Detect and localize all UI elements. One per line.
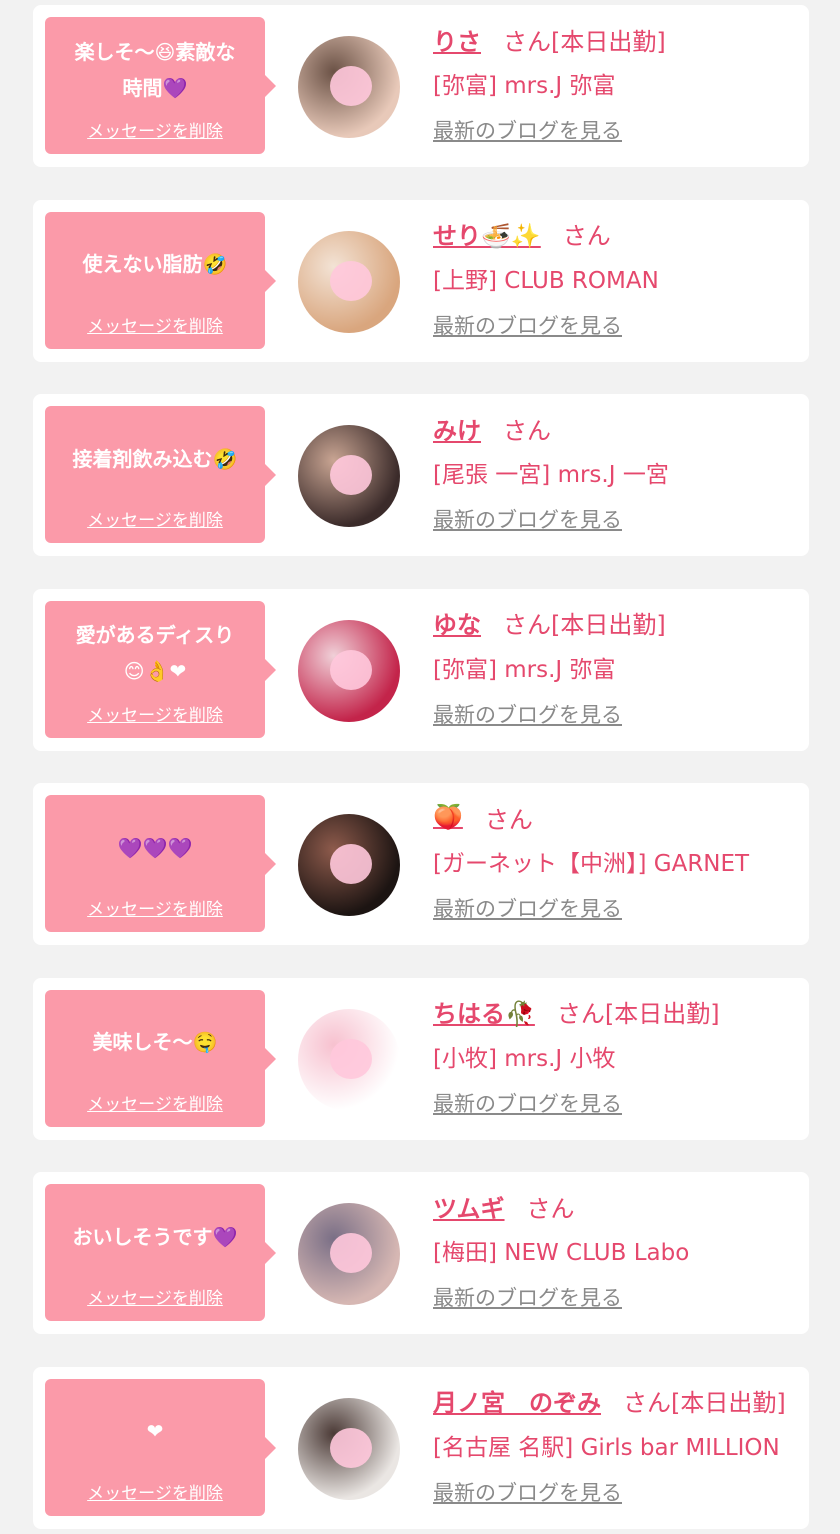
avatar-privacy-sticker bbox=[330, 1427, 372, 1468]
cast-name-link[interactable]: ちはる🥀 bbox=[433, 994, 535, 1029]
cast-name-link[interactable]: 🍑 bbox=[433, 803, 463, 831]
avatar[interactable] bbox=[298, 230, 400, 333]
latest-blog-link[interactable]: 最新のブログを見る bbox=[433, 310, 622, 340]
avatar-privacy-sticker bbox=[330, 66, 372, 106]
message-card: 接着剤飲み込む🤣 メッセージを削除 みけ さん [尾張 一宮] mrs.J 一宮… bbox=[33, 394, 809, 556]
cast-info: みけ さん [尾張 一宮] mrs.J 一宮 最新のブログを見る bbox=[433, 408, 801, 534]
shop-name: [小牧] mrs.J 小牧 bbox=[433, 1045, 616, 1072]
cast-status: さん[本日出勤] bbox=[623, 1389, 786, 1417]
cast-status: さん bbox=[503, 416, 551, 445]
message-bubble: 美味しそ〜🤤 メッセージを削除 bbox=[45, 989, 276, 1127]
avatar-privacy-sticker bbox=[330, 455, 372, 495]
message-text: 💜💜💜 bbox=[117, 835, 193, 860]
latest-blog-link[interactable]: 最新のブログを見る bbox=[433, 699, 622, 729]
message-card: おいしそうです💜 メッセージを削除 ツムギ さん [梅田] NEW CLUB L… bbox=[33, 1172, 809, 1334]
cast-name-link[interactable]: ゆな bbox=[433, 605, 481, 640]
cast-status: さん[本日出勤] bbox=[503, 27, 666, 56]
cast-info: 月ノ宮 のぞみ さん[本日出勤] [名古屋 名駅] Girls bar MILL… bbox=[433, 1381, 801, 1507]
avatar-privacy-sticker bbox=[330, 260, 372, 301]
cast-status: さん bbox=[562, 222, 611, 250]
avatar[interactable] bbox=[298, 1203, 400, 1305]
cast-status: さん bbox=[484, 805, 533, 834]
cast-info: ツムギ さん [梅田] NEW CLUB Labo 最新のブログを見る bbox=[433, 1186, 801, 1312]
shop-name: [ガーネット【中洲】] GARNET bbox=[433, 851, 750, 877]
delete-message-link[interactable]: メッセージを削除 bbox=[45, 1090, 265, 1115]
delete-message-link[interactable]: メッセージを削除 bbox=[45, 895, 265, 920]
latest-blog-link[interactable]: 最新のブログを見る bbox=[433, 504, 622, 534]
avatar-privacy-sticker bbox=[330, 649, 372, 690]
cast-info: 🍑 さん [ガーネット【中洲】] GARNET 最新のブログを見る bbox=[433, 797, 801, 923]
message-bubble: 使えない脂肪🤣 メッセージを削除 bbox=[45, 211, 276, 349]
cast-info: りさ さん[本日出勤] [弥富] mrs.J 弥富 最新のブログを見る bbox=[433, 19, 801, 145]
avatar-privacy-sticker bbox=[330, 1038, 372, 1079]
message-text: 愛があるディスり 😊👌❤ bbox=[75, 623, 235, 683]
latest-blog-link[interactable]: 最新のブログを見る bbox=[433, 115, 622, 145]
cast-name-link[interactable]: せり🍜✨ bbox=[433, 216, 541, 251]
message-card: 愛があるディスり 😊👌❤ メッセージを削除 ゆな さん[本日出勤] [弥富] m… bbox=[33, 588, 809, 751]
cast-name-link[interactable]: 月ノ宮 のぞみ bbox=[433, 1383, 601, 1418]
avatar[interactable] bbox=[298, 619, 400, 722]
message-text: 楽しそ〜😆素敵な 時間💜 bbox=[74, 39, 236, 100]
message-bubble: おいしそうです💜 メッセージを削除 bbox=[45, 1184, 276, 1321]
shop-name: [上野] CLUB ROMAN bbox=[433, 267, 659, 294]
message-card: 楽しそ〜😆素敵な 時間💜 メッセージを削除 りさ さん[本日出勤] [弥富] m… bbox=[33, 5, 809, 167]
delete-message-link[interactable]: メッセージを削除 bbox=[45, 117, 265, 142]
cast-status: さん[本日出勤] bbox=[503, 611, 666, 639]
shop-name: [尾張 一宮] mrs.J 一宮 bbox=[433, 462, 669, 488]
shop-name: [名古屋 名駅] Girls bar MILLION bbox=[433, 1434, 780, 1461]
latest-blog-link[interactable]: 最新のブログを見る bbox=[433, 1477, 622, 1507]
shop-name: [弥富] mrs.J 弥富 bbox=[433, 73, 616, 99]
message-text: 接着剤飲み込む🤣 bbox=[72, 446, 238, 471]
avatar-privacy-sticker bbox=[330, 844, 372, 884]
message-text: ❤ bbox=[146, 1419, 164, 1443]
cast-info: ゆな さん[本日出勤] [弥富] mrs.J 弥富 最新のブログを見る bbox=[433, 603, 801, 729]
avatar[interactable] bbox=[298, 425, 400, 527]
message-text: 美味しそ〜🤤 bbox=[92, 1030, 218, 1054]
cast-status: さん[本日出勤] bbox=[556, 1000, 720, 1028]
avatar[interactable] bbox=[298, 1008, 400, 1111]
cast-info: せり🍜✨ さん [上野] CLUB ROMAN 最新のブログを見る bbox=[433, 214, 801, 340]
delete-message-link[interactable]: メッセージを削除 bbox=[45, 506, 265, 531]
avatar[interactable] bbox=[298, 36, 400, 138]
message-text: おいしそうです💜 bbox=[72, 1224, 238, 1249]
message-bubble: 接着剤飲み込む🤣 メッセージを削除 bbox=[45, 406, 276, 543]
message-card: 使えない脂肪🤣 メッセージを削除 せり🍜✨ さん [上野] CLUB ROMAN… bbox=[33, 199, 809, 362]
message-bubble: ❤ メッセージを削除 bbox=[45, 1378, 276, 1516]
avatar-privacy-sticker bbox=[330, 1233, 372, 1273]
avatar[interactable] bbox=[298, 814, 400, 916]
message-text: 使えない脂肪🤣 bbox=[82, 252, 228, 276]
cast-name-link[interactable]: みけ bbox=[433, 411, 481, 446]
delete-message-link[interactable]: メッセージを削除 bbox=[45, 1479, 265, 1504]
delete-message-link[interactable]: メッセージを削除 bbox=[45, 701, 265, 726]
avatar[interactable] bbox=[298, 1397, 400, 1500]
delete-message-link[interactable]: メッセージを削除 bbox=[45, 1284, 265, 1309]
shop-name: [弥富] mrs.J 弥富 bbox=[433, 656, 616, 683]
latest-blog-link[interactable]: 最新のブログを見る bbox=[433, 1282, 622, 1312]
cast-info: ちはる🥀 さん[本日出勤] [小牧] mrs.J 小牧 最新のブログを見る bbox=[433, 992, 801, 1118]
message-bubble: 楽しそ〜😆素敵な 時間💜 メッセージを削除 bbox=[45, 17, 276, 154]
message-card: ❤ メッセージを削除 月ノ宮 のぞみ さん[本日出勤] [名古屋 名駅] Gir… bbox=[33, 1366, 809, 1529]
message-card: 美味しそ〜🤤 メッセージを削除 ちはる🥀 さん[本日出勤] [小牧] mrs.J… bbox=[33, 977, 809, 1140]
shop-name: [梅田] NEW CLUB Labo bbox=[433, 1240, 690, 1266]
latest-blog-link[interactable]: 最新のブログを見る bbox=[433, 893, 622, 923]
cast-name-link[interactable]: ツムギ bbox=[433, 1189, 505, 1224]
message-bubble: 💜💜💜 メッセージを削除 bbox=[45, 795, 276, 932]
message-bubble: 愛があるディスり 😊👌❤ メッセージを削除 bbox=[45, 600, 276, 738]
latest-blog-link[interactable]: 最新のブログを見る bbox=[433, 1088, 622, 1118]
cast-status: さん bbox=[526, 1194, 575, 1223]
message-card: 💜💜💜 メッセージを削除 🍑 さん [ガーネット【中洲】] GARNET 最新の… bbox=[33, 783, 809, 945]
delete-message-link[interactable]: メッセージを削除 bbox=[45, 312, 265, 337]
cast-name-link[interactable]: りさ bbox=[433, 22, 481, 57]
